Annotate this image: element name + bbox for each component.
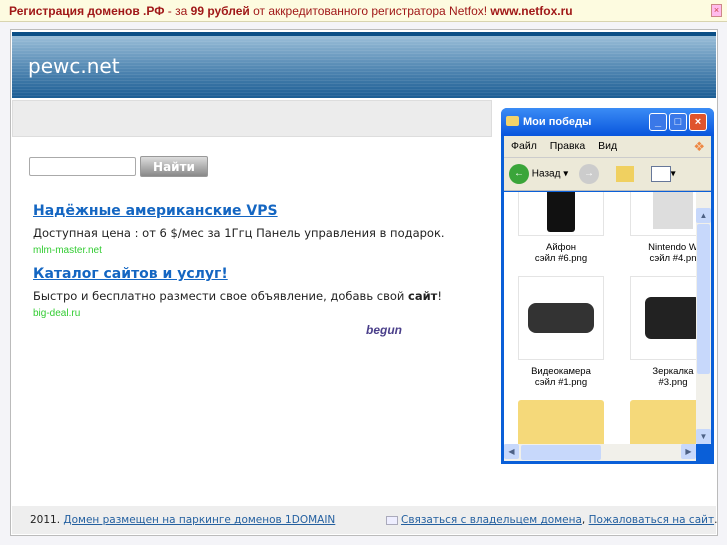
scroll-up-icon[interactable]: ▲ — [696, 208, 711, 223]
nav-bar — [12, 100, 492, 137]
scroll-down-icon[interactable]: ▼ — [696, 429, 711, 444]
folder-icon — [506, 116, 519, 126]
explorer-window-ad[interactable]: Мои победы _ □ × Файл Правка Вид ❖ ← Назад… — [501, 108, 714, 464]
separator: , — [581, 514, 586, 526]
forward-arrow-icon[interactable]: → — [579, 164, 600, 184]
window-title: Мои победы — [523, 116, 592, 128]
ad-title-link[interactable]: Надёжные американские VPS — [33, 203, 278, 219]
file-name: сэйл #4.pn — [649, 253, 696, 264]
banner-text: - за — [164, 4, 191, 18]
contact-owner-link[interactable]: Связаться с владельцем домена — [401, 514, 582, 526]
views-icon[interactable] — [650, 166, 671, 182]
file-item[interactable]: Nintendo Wсэйл #4.pn — [630, 192, 696, 264]
back-arrow-icon[interactable]: ← — [509, 164, 529, 184]
window-toolbar: ← Назад ▾ → ▾ — [504, 158, 711, 191]
vertical-scrollbar[interactable]: ▲ ▼ — [696, 192, 711, 444]
ad-network-logo[interactable]: begun — [366, 323, 402, 337]
scroll-thumb[interactable] — [521, 445, 601, 460]
windows-logo-icon: ❖ — [693, 139, 705, 154]
maximize-icon[interactable]: □ — [669, 113, 687, 131]
file-item[interactable]: Зеркалка #3.png — [630, 276, 696, 388]
window-titlebar: Мои победы _ □ × — [501, 108, 714, 136]
file-name: #3.png — [658, 377, 688, 388]
window-menu: Файл Правка Вид ❖ — [504, 136, 711, 158]
banner-text: 99 рублей — [190, 4, 250, 18]
menu-view[interactable]: Вид — [598, 140, 617, 152]
minimize-icon[interactable]: _ — [649, 113, 667, 131]
ad-text: Доступная цена : от 6 $/мес за 1Ггц Пане… — [33, 226, 445, 240]
search-button[interactable]: Найти — [140, 156, 208, 177]
ad-text-body: Быстро и бесплатно размести свое объявле… — [33, 289, 409, 303]
file-name: Nintendo W — [648, 242, 696, 253]
ad-text: Быстро и бесплатно размести свое объявле… — [33, 289, 442, 303]
camera-image — [645, 297, 696, 339]
close-icon[interactable]: × — [711, 4, 722, 17]
menu-file[interactable]: Файл — [511, 140, 537, 152]
phone-image — [547, 192, 575, 232]
mail-icon — [386, 515, 398, 525]
folder-item[interactable] — [518, 400, 604, 444]
back-button-label[interactable]: Назад — [532, 169, 561, 180]
console-image — [653, 192, 693, 229]
scroll-left-icon[interactable]: ◀ — [504, 444, 519, 459]
parking-link[interactable]: Домен размещен на паркинге доменов 1DOMA… — [63, 514, 335, 526]
search-input[interactable] — [29, 157, 136, 176]
ad-item: Надёжные американские VPS Доступная цена… — [33, 203, 445, 256]
file-list: Айфон сэйл #6.png Nintendo Wсэйл #4.pn Ви… — [504, 192, 696, 444]
ad-text-bold: сайт — [408, 289, 438, 303]
close-icon[interactable]: × — [689, 113, 707, 131]
folder-up-icon[interactable] — [615, 166, 634, 182]
banner-text: от аккредитованного регистратора Netfox! — [249, 4, 491, 18]
banner-link[interactable]: www.netfox.ru — [490, 4, 572, 18]
scroll-right-icon[interactable]: ▶ — [681, 444, 696, 459]
ad-text-end: ! — [437, 289, 442, 303]
ad-item: Каталог сайтов и услуг! Быстро и бесплат… — [33, 266, 442, 319]
scroll-thumb[interactable] — [697, 224, 710, 374]
horizontal-scrollbar[interactable]: ◀ ▶ — [504, 444, 696, 461]
separator: . — [714, 514, 718, 526]
menu-edit[interactable]: Правка — [550, 140, 585, 152]
ad-title-link[interactable]: Каталог сайтов и услуг! — [33, 266, 228, 282]
site-header: pewc.net — [12, 32, 716, 98]
ad-url[interactable]: big-deal.ru — [33, 308, 442, 319]
file-name: Видеокамера — [531, 366, 591, 377]
folder-item[interactable] — [630, 400, 696, 444]
file-item[interactable]: Айфон сэйл #6.png — [518, 192, 604, 264]
footer-year: 2011. — [30, 514, 61, 526]
banner-text: Регистрация доменов .РФ — [9, 4, 165, 18]
footer: 2011. Домен размещен на паркинге доменов… — [12, 506, 718, 534]
complain-link[interactable]: Пожаловаться на сайт — [589, 514, 715, 526]
ad-url[interactable]: mlm-master.net — [33, 245, 445, 256]
file-name: сэйл #6.png — [534, 253, 588, 264]
file-name: сэйл #1.png — [534, 377, 588, 388]
file-item[interactable]: Видеокамера сэйл #1.png — [518, 276, 604, 388]
file-name: Зеркалка — [652, 366, 694, 377]
file-name: Айфон — [546, 242, 576, 253]
promo-banner[interactable]: Регистрация доменов .РФ - за 99 рублей о… — [0, 0, 727, 22]
site-title: pewc.net — [28, 54, 120, 78]
camcorder-image — [528, 303, 594, 333]
